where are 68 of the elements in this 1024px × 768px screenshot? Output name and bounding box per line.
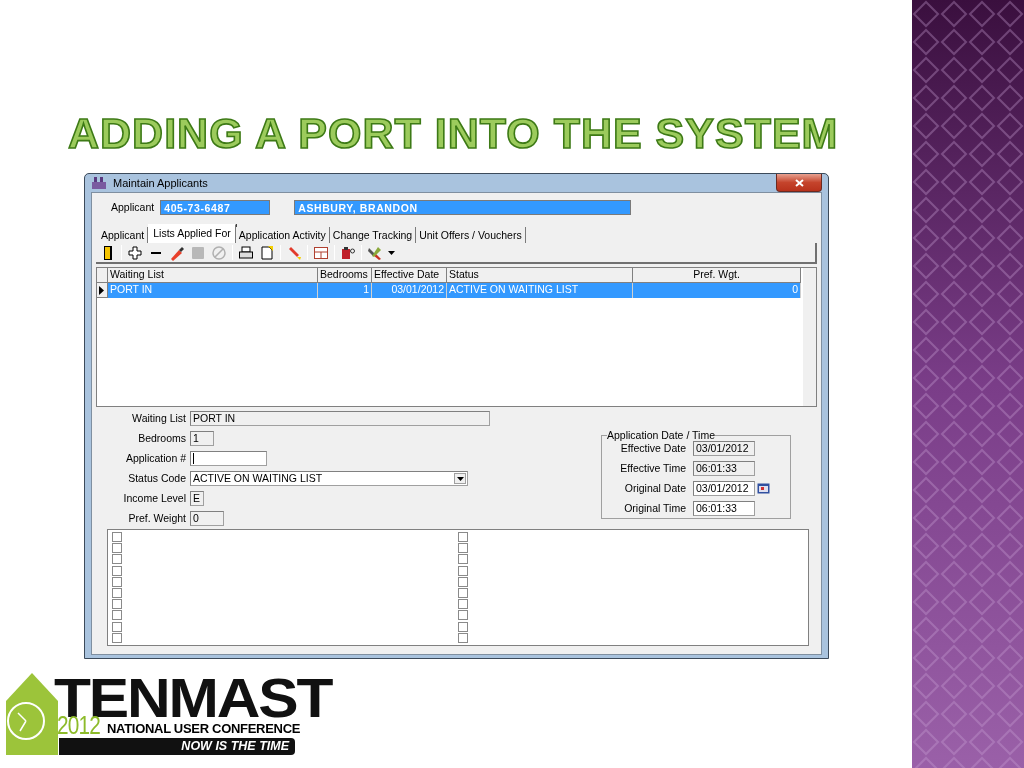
field-label: Waiting List — [131, 411, 186, 426]
cancel-icon[interactable] — [211, 244, 227, 261]
checkbox[interactable] — [458, 621, 468, 632]
checkbox[interactable] — [458, 610, 468, 621]
text-field[interactable] — [190, 451, 267, 466]
checkbox[interactable] — [112, 576, 122, 587]
layout-icon[interactable] — [313, 244, 329, 261]
close-button[interactable] — [776, 174, 822, 192]
add-icon[interactable] — [127, 244, 143, 261]
applicant-label: Applicant — [111, 201, 155, 213]
palette-icon[interactable] — [340, 244, 356, 261]
table-cell: PORT IN — [108, 283, 318, 298]
checkbox[interactable] — [458, 532, 468, 542]
checkbox[interactable] — [458, 576, 468, 587]
logo-subtitle: NATIONAL USER CONFERENCE — [107, 721, 301, 736]
dropdown-arrow-icon[interactable] — [454, 473, 466, 484]
save-icon[interactable] — [190, 244, 206, 261]
calendar-icon[interactable] — [757, 483, 770, 494]
column-header[interactable]: Status — [447, 268, 633, 283]
field-label: Effective Date — [619, 441, 686, 456]
edit-icon[interactable] — [169, 244, 185, 261]
checkbox[interactable] — [112, 543, 122, 554]
table-cell: 0 — [633, 283, 801, 298]
field-label: Original Date — [623, 481, 686, 496]
text-field[interactable]: 06:01:33 — [693, 501, 755, 516]
checkbox[interactable] — [112, 532, 122, 542]
app-icon — [91, 176, 107, 190]
window-title: Maintain Applicants — [113, 177, 208, 189]
checkbox[interactable] — [458, 587, 468, 598]
logo-tagline: NOW IS THE TIME — [59, 738, 295, 755]
field-label: Original Time — [623, 501, 686, 516]
group-title: Application Date / Time — [607, 429, 715, 441]
column-header[interactable]: Bedrooms — [318, 268, 372, 283]
new-document-icon[interactable] — [259, 244, 275, 261]
table-cell: 1 — [318, 283, 372, 298]
tab[interactable]: Applicant — [98, 227, 149, 243]
checkbox[interactable] — [112, 599, 122, 610]
tab[interactable]: Application Activity — [235, 227, 330, 243]
field-label: Bedrooms — [137, 431, 186, 446]
checkbox[interactable] — [458, 554, 468, 565]
checkbox[interactable] — [112, 632, 122, 643]
table-cell: 03/01/2012 — [372, 283, 447, 298]
field-label: Status Code — [127, 471, 186, 486]
status-dropdown[interactable]: ACTIVE ON WAITING LIST — [190, 471, 468, 486]
print-icon[interactable] — [238, 244, 254, 261]
checkbox[interactable] — [112, 621, 122, 632]
column-header[interactable]: Pref. Wgt. — [633, 268, 801, 283]
checkbox[interactable] — [112, 565, 122, 576]
row-pointer-icon — [97, 285, 105, 295]
checkbox[interactable] — [458, 632, 468, 643]
tab[interactable]: Lists Applied For — [148, 224, 236, 243]
checkbox[interactable] — [112, 587, 122, 598]
checkbox[interactable] — [458, 543, 468, 554]
table-cell: ACTIVE ON WAITING LIST — [447, 283, 633, 298]
field-label: Income Level — [122, 491, 186, 506]
column-header[interactable]: Effective Date — [372, 268, 447, 283]
tools-icon[interactable] — [367, 244, 383, 261]
checkbox[interactable] — [112, 610, 122, 621]
caret-icon[interactable] — [388, 250, 395, 255]
slide-title: ADDING A PORT INTO THE SYSTEM — [68, 108, 839, 158]
checkbox[interactable] — [458, 565, 468, 576]
field-label: Effective Time — [619, 461, 686, 476]
checkbox[interactable] — [458, 599, 468, 610]
close-icon — [794, 178, 804, 187]
field-label: Pref. Weight — [127, 511, 186, 526]
column-header[interactable]: Waiting List — [108, 268, 318, 283]
field-label: Application # — [124, 451, 186, 466]
checkbox[interactable] — [112, 554, 122, 565]
